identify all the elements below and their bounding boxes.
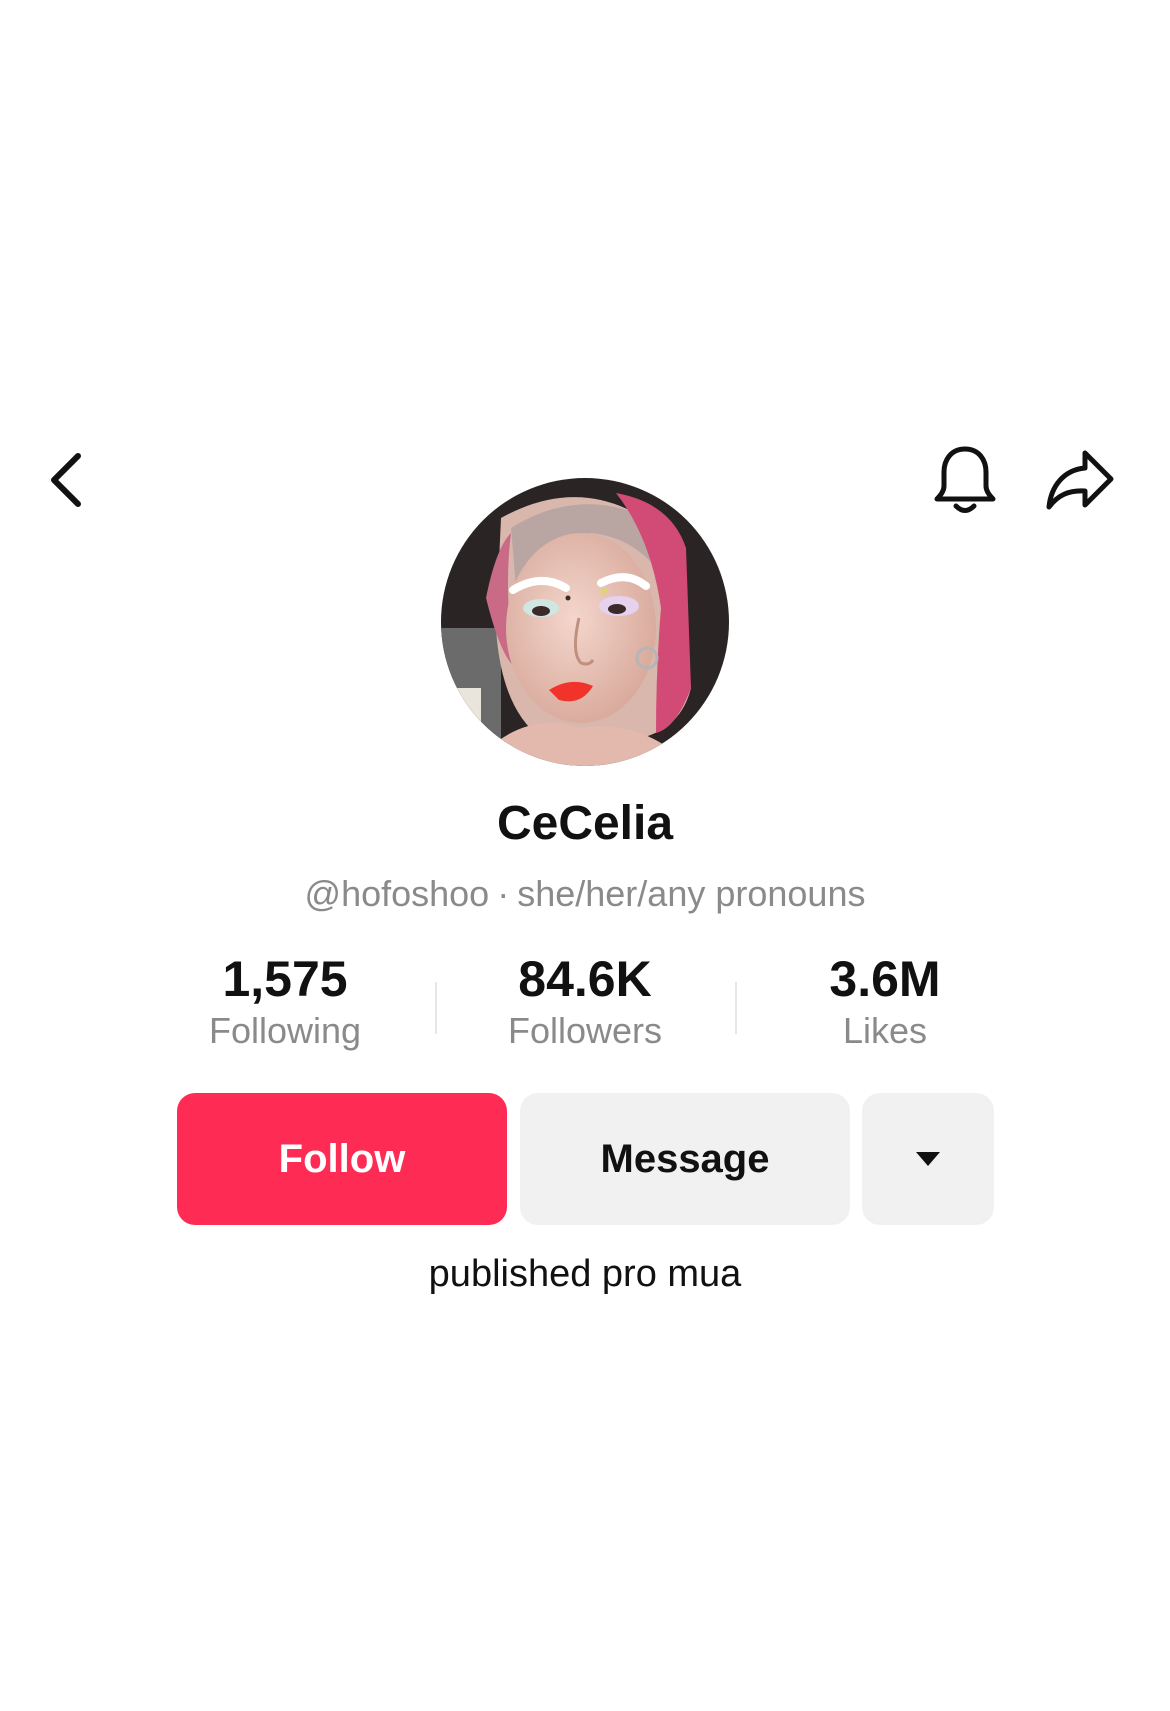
- chevron-left-icon: [51, 453, 81, 507]
- follow-button[interactable]: Follow: [177, 1093, 507, 1225]
- share-arrow-icon: [1046, 450, 1114, 510]
- stat-value: 84.6K: [518, 951, 652, 1007]
- stat-likes[interactable]: 3.6M Likes: [735, 952, 1035, 1052]
- avatar[interactable]: [441, 478, 729, 766]
- stat-label: Followers: [507, 1010, 663, 1051]
- display-name: CeCelia: [496, 797, 674, 850]
- caret-down-icon: [916, 1152, 940, 1166]
- pronouns: she/her/any pronouns: [517, 873, 866, 914]
- stat-value: 3.6M: [829, 951, 941, 1007]
- bell-icon: [934, 446, 996, 513]
- handle-line: @hofoshoo · she/her/any pronouns: [0, 872, 1170, 915]
- stat-value: 1,575: [222, 951, 348, 1007]
- separator-dot: ·: [497, 873, 510, 914]
- more-options-button[interactable]: [862, 1093, 994, 1225]
- message-button[interactable]: Message: [520, 1093, 850, 1225]
- bio-text: published pro mua: [428, 1253, 742, 1295]
- share-button[interactable]: [1040, 446, 1120, 514]
- notification-button[interactable]: [930, 442, 1000, 518]
- stats-row: 1,575 Following 84.6K Followers 3.6M Lik…: [135, 952, 1035, 1072]
- stat-label: Likes: [842, 1010, 928, 1051]
- stat-followers[interactable]: 84.6K Followers: [435, 952, 735, 1052]
- back-button[interactable]: [36, 448, 96, 512]
- stat-label: Following: [208, 1010, 362, 1051]
- stat-following[interactable]: 1,575 Following: [135, 952, 435, 1052]
- profile-photo: [441, 478, 729, 766]
- username-handle: @hofoshoo: [304, 873, 490, 914]
